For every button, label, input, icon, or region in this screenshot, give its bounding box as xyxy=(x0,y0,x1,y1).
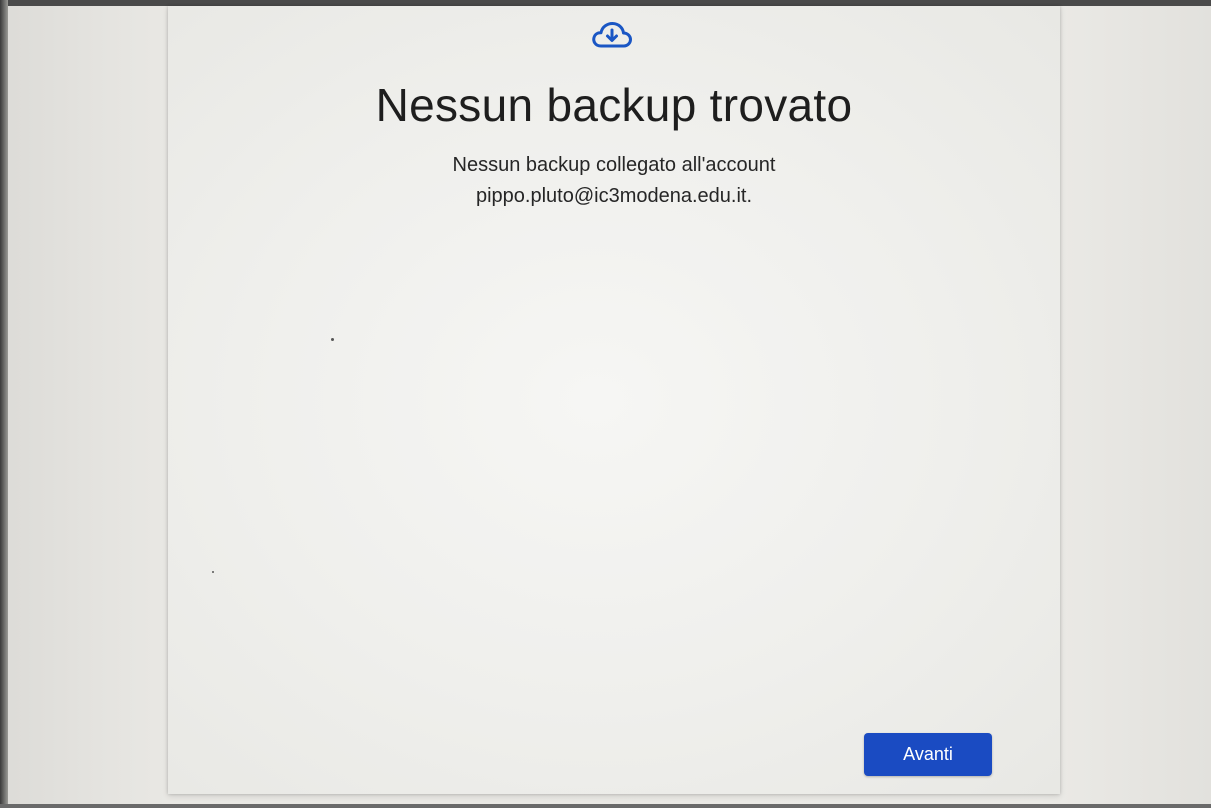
screen-bezel-left xyxy=(0,0,8,808)
page-title: Nessun backup trovato xyxy=(375,79,853,131)
cloud-download-icon xyxy=(592,22,632,48)
screen-bezel-bottom xyxy=(0,804,1211,808)
screen-speck xyxy=(212,571,214,573)
message-line-1: Nessun backup collegato all'account xyxy=(452,154,776,176)
account-email: pippo.pluto@ic3modena.edu.it. xyxy=(475,185,753,207)
screen-speck xyxy=(331,338,334,341)
next-button[interactable]: Avanti xyxy=(864,733,992,776)
message-text: Nessun backup collegato all'account pipp… xyxy=(168,150,1060,212)
